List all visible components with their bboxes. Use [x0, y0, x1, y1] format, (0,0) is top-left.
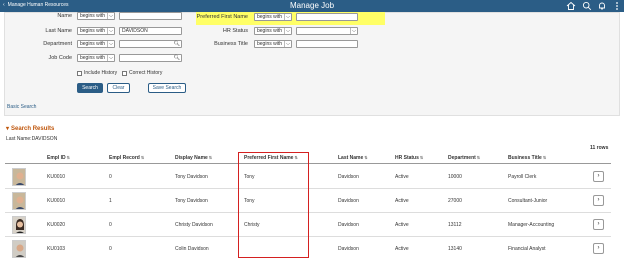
display-name-cell: Christy Davidson [175, 222, 213, 228]
empl-id-cell: KU0103 [47, 246, 66, 252]
app-header: ‹ Manage Human Resources Manage Job [0, 0, 624, 12]
checkbox-box[interactable] [122, 70, 127, 76]
search-button[interactable]: Search [77, 83, 103, 93]
chevron-right-icon: › [597, 173, 600, 179]
row-detail-button[interactable]: › [593, 171, 604, 182]
search-results-header[interactable]: ▾ Search Results [6, 125, 55, 133]
collapse-triangle-icon[interactable]: ▾ [6, 125, 9, 132]
department-label: Department [43, 41, 72, 47]
column-header-display-name[interactable]: Display Name⇅ [175, 155, 212, 161]
preferred-first-name-column-annotation [238, 152, 309, 258]
job-code-operator-select[interactable]: begins with ⌵ [77, 54, 115, 62]
name-input[interactable] [119, 12, 182, 20]
hr-status-cell: Active [395, 198, 409, 204]
clear-button[interactable]: Clear [107, 83, 130, 93]
last-name-input[interactable]: DAVIDSON [119, 27, 182, 35]
hr-status-cell: Active [395, 174, 409, 180]
last-name-cell: Davidson [338, 174, 359, 180]
search-criteria-summary: Last Name:DAVIDSON [6, 136, 58, 142]
hr-status-label: HR Status [222, 28, 248, 34]
empl-record-cell: 1 [109, 198, 112, 204]
search-icon[interactable] [582, 1, 592, 11]
last-name-cell: Davidson [338, 222, 359, 228]
last-name-cell: Davidson [338, 198, 359, 204]
employee-photo [12, 168, 26, 186]
row-detail-button[interactable]: › [593, 243, 604, 254]
business-title-cell: Consultant-Junior [508, 198, 548, 204]
employee-photo [12, 240, 26, 258]
display-name-cell: Tony Davidson [175, 198, 208, 204]
hr-status-cell: Active [395, 246, 409, 252]
hr-status-value-select[interactable]: ⌵ [296, 27, 358, 35]
empl-record-cell: 0 [109, 174, 112, 180]
empl-id-cell: KU0020 [47, 222, 66, 228]
chevron-right-icon: › [597, 245, 600, 251]
page-title: Manage Job [289, 1, 335, 10]
basic-search-link[interactable]: Basic Search [7, 104, 36, 110]
column-header-hr-status[interactable]: HR Status⇅ [395, 155, 423, 161]
business-title-cell: Manager-Accounting [508, 222, 555, 228]
lookup-icon[interactable]: 🔍︎ [174, 55, 180, 61]
more-icon[interactable] [612, 1, 622, 11]
column-header-empl-id[interactable]: Empl ID⇅ [47, 155, 70, 161]
business-title-cell: Financial Analyst [508, 246, 546, 252]
last-name-operator-select[interactable]: begins with ⌵ [77, 27, 115, 35]
empl-id-cell: KU0010 [47, 174, 66, 180]
name-label: Name [57, 13, 72, 19]
column-header-empl-record[interactable]: Empl Record⇅ [109, 155, 144, 161]
column-header-last-name[interactable]: Last Name⇅ [338, 155, 368, 161]
name-operator-select[interactable]: begins with ⌵ [77, 12, 115, 20]
home-icon[interactable] [566, 1, 576, 11]
business-title-cell: Payroll Clerk [508, 174, 537, 180]
preferred-first-name-operator-select[interactable]: begins with ⌵ [254, 13, 292, 21]
last-name-cell: Davidson [338, 246, 359, 252]
column-header-business-title[interactable]: Business Title⇅ [508, 155, 546, 161]
notification-icon[interactable] [597, 1, 607, 11]
empl-record-cell: 0 [109, 222, 112, 228]
department-cell: 27000 [448, 198, 462, 204]
chevron-right-icon: › [597, 197, 600, 203]
chevron-down-icon: ⌵ [107, 55, 114, 61]
hr-status-cell: Active [395, 222, 409, 228]
save-search-button[interactable]: Save Search [148, 83, 186, 93]
chevron-down-icon: ⌵ [284, 14, 291, 20]
preferred-first-name-label: Preferred First Name [196, 14, 248, 20]
last-name-label: Last Name [45, 28, 72, 34]
department-operator-select[interactable]: begins with ⌵ [77, 40, 115, 48]
employee-photo [12, 192, 26, 210]
business-title-input[interactable] [296, 40, 358, 48]
empl-id-cell: KU0010 [47, 198, 66, 204]
chevron-down-icon: ⌵ [350, 28, 357, 34]
chevron-down-icon: ⌵ [284, 28, 291, 34]
display-name-cell: Tony Davidson [175, 174, 208, 180]
department-cell: 10000 [448, 174, 462, 180]
chevron-down-icon: ⌵ [284, 41, 291, 47]
correct-history-checkbox[interactable]: Correct History [122, 70, 162, 76]
display-name-cell: Colin Davidson [175, 246, 209, 252]
search-results-title: Search Results [11, 125, 55, 132]
chevron-down-icon: ⌵ [107, 41, 114, 47]
chevron-down-icon: ⌵ [107, 13, 114, 19]
chevron-down-icon: ⌵ [107, 28, 114, 34]
employee-photo [12, 216, 26, 234]
department-cell: 13140 [448, 246, 462, 252]
include-history-checkbox[interactable]: Include History [77, 70, 117, 76]
department-cell: 13112 [448, 222, 462, 228]
row-detail-button[interactable]: › [593, 219, 604, 230]
lookup-icon[interactable]: 🔍︎ [174, 41, 180, 47]
include-history-label: Include History [84, 70, 118, 76]
row-detail-button[interactable]: › [593, 195, 604, 206]
job-code-label: Job Code [48, 55, 72, 61]
chevron-right-icon: › [597, 221, 600, 227]
correct-history-label: Correct History [129, 70, 163, 76]
business-title-operator-select[interactable]: begins with ⌵ [254, 40, 292, 48]
business-title-label: Business Title [214, 41, 248, 47]
hr-status-operator-select[interactable]: begins with ⌵ [254, 27, 292, 35]
column-header-department[interactable]: Department⇅ [448, 155, 480, 161]
checkbox-box[interactable] [77, 70, 82, 76]
department-input[interactable]: 🔍︎ [119, 40, 182, 48]
job-code-input[interactable]: 🔍︎ [119, 54, 182, 62]
empl-record-cell: 0 [109, 246, 112, 252]
preferred-first-name-input[interactable] [296, 13, 358, 21]
